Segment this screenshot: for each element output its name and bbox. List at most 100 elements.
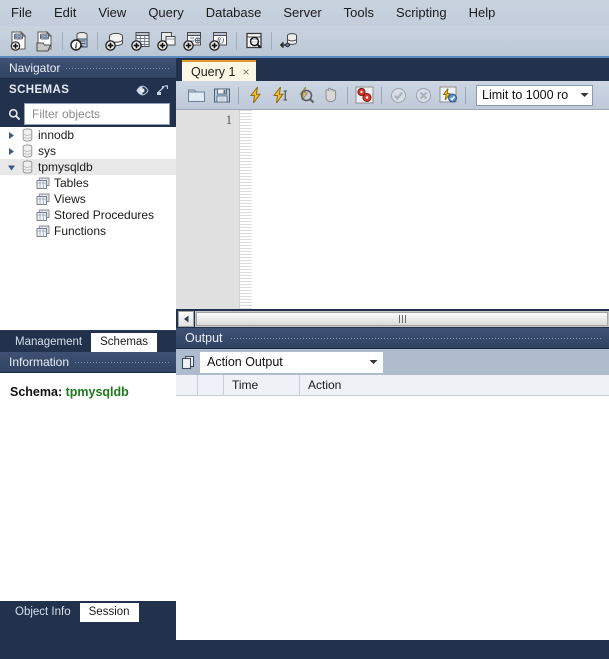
tab-query-1[interactable]: Query 1 × — [182, 60, 257, 81]
new-function-icon[interactable]: f() — [206, 28, 232, 54]
commit-transaction-icon[interactable] — [386, 83, 411, 107]
query-toolbar-separator-2 — [347, 86, 348, 104]
close-icon[interactable]: × — [242, 65, 249, 79]
menu-bar: File Edit View Query Database Server Too… — [0, 0, 609, 27]
explain-query-icon[interactable] — [293, 83, 318, 107]
output-col-action[interactable]: Action — [300, 375, 500, 395]
tab-query-1-label: Query 1 — [191, 64, 236, 79]
tree-item-label: Views — [54, 192, 86, 206]
header-dotted-rule — [230, 337, 601, 339]
toggle-sidebar-icon[interactable] — [136, 85, 149, 96]
tree-item-innodb[interactable]: innodb — [0, 127, 176, 143]
main-area: Query 1 × Limit to 1000 ro 1 Output Acti… — [176, 58, 609, 659]
scroll-left-arrow-icon[interactable] — [178, 310, 194, 327]
toggle-stop-on-error-icon[interactable] — [352, 83, 377, 107]
chevron-down-icon[interactable] — [363, 359, 383, 365]
tree-item-functions[interactable]: Functions — [0, 223, 176, 239]
menu-item-file[interactable]: File — [0, 2, 43, 24]
new-table-icon[interactable] — [128, 28, 154, 54]
limit-rows-value: Limit to 1000 ro — [482, 88, 569, 102]
schema-tree[interactable]: innodb sys tpmysqldb Tables Views Stored… — [0, 127, 176, 331]
new-sql-tab-icon[interactable]: SQL — [6, 28, 32, 54]
output-col-index[interactable] — [198, 375, 224, 395]
toggle-autocommit-icon[interactable] — [436, 83, 461, 107]
open-script-icon[interactable] — [184, 83, 209, 107]
scrollbar-track[interactable] — [195, 310, 609, 327]
menu-item-database[interactable]: Database — [195, 2, 273, 24]
output-toolbar: Action Output — [176, 349, 609, 375]
schema-info-value: tpmysqldb — [65, 385, 129, 399]
toolbar-separator-3 — [236, 32, 237, 50]
editor-horizontal-scrollbar[interactable] — [176, 309, 609, 328]
tree-item-label: Tables — [54, 176, 89, 190]
information-title: Information — [9, 355, 70, 369]
menu-item-query[interactable]: Query — [137, 2, 194, 24]
information-body: Schema: tpmysqldb — [0, 373, 176, 601]
editor-code-area[interactable] — [252, 110, 609, 309]
folder-grid-icon — [34, 193, 52, 206]
tab-object-info[interactable]: Object Info — [6, 603, 80, 622]
output-title: Output — [185, 331, 223, 345]
new-view-icon[interactable] — [154, 28, 180, 54]
new-schema-icon[interactable] — [102, 28, 128, 54]
output-grid-body[interactable] — [176, 396, 609, 640]
tree-item-label: Stored Procedures — [54, 208, 155, 222]
filter-objects-input[interactable] — [30, 106, 169, 122]
new-procedure-icon[interactable] — [180, 28, 206, 54]
tree-item-sys[interactable]: sys — [0, 143, 176, 159]
tree-item-tpmysqldb[interactable]: tpmysqldb — [0, 159, 176, 175]
output-col-time[interactable]: Time — [224, 375, 300, 395]
output-type-value: Action Output — [207, 355, 283, 369]
navigator-panel-header: Navigator — [0, 58, 176, 79]
line-number: 1 — [225, 113, 232, 127]
folder-grid-icon — [34, 209, 52, 222]
execute-current-statement-icon[interactable] — [268, 83, 293, 107]
menu-item-view[interactable]: View — [87, 2, 137, 24]
folder-grid-icon — [34, 225, 52, 238]
sql-editor[interactable]: 1 — [176, 110, 609, 309]
tab-management[interactable]: Management — [6, 333, 91, 352]
stop-query-icon[interactable] — [318, 83, 343, 107]
mysql-workbench-window: File Edit View Query Database Server Too… — [0, 0, 609, 659]
schema-icon — [18, 160, 36, 174]
execute-statement-icon[interactable] — [243, 83, 268, 107]
output-type-select[interactable]: Action Output — [200, 351, 383, 373]
limit-rows-select[interactable]: Limit to 1000 ro — [476, 84, 593, 106]
chevron-down-icon[interactable] — [576, 92, 592, 98]
expand-arrow-collapsed-icon[interactable] — [4, 131, 18, 140]
tab-session[interactable]: Session — [79, 603, 139, 622]
collapse-all-icon[interactable] — [156, 84, 168, 96]
query-toolbar: Limit to 1000 ro — [176, 81, 609, 110]
output-stack-icon[interactable] — [176, 349, 200, 375]
schemas-label: SCHEMAS — [9, 84, 70, 96]
open-sql-script-icon[interactable]: SQL — [32, 28, 58, 54]
rollback-transaction-icon[interactable] — [411, 83, 436, 107]
scrollbar-thumb[interactable] — [196, 311, 608, 326]
folder-grid-icon — [34, 177, 52, 190]
menu-item-server[interactable]: Server — [272, 2, 332, 24]
server-status-icon[interactable]: i — [67, 28, 93, 54]
tab-schemas[interactable]: Schemas — [91, 333, 158, 352]
filter-objects-box[interactable] — [24, 103, 170, 125]
search-data-icon[interactable] — [241, 28, 267, 54]
information-panel-header: Information — [0, 352, 176, 373]
menu-item-edit[interactable]: Edit — [43, 2, 87, 24]
schema-icon — [18, 128, 36, 142]
main-toolbar: SQL SQL i f() — [0, 26, 609, 58]
save-script-icon[interactable] — [209, 83, 234, 107]
tree-item-label: innodb — [38, 128, 75, 142]
reconnect-server-icon[interactable] — [276, 28, 302, 54]
tree-item-tables[interactable]: Tables — [0, 175, 176, 191]
expand-arrow-expanded-icon[interactable] — [4, 163, 18, 172]
output-col-marker[interactable] — [176, 375, 198, 395]
search-icon — [8, 108, 21, 121]
header-dotted-rule — [75, 361, 170, 363]
expand-arrow-collapsed-icon[interactable] — [4, 147, 18, 156]
schemas-section-header: SCHEMAS — [0, 79, 176, 101]
menu-item-scripting[interactable]: Scripting — [385, 2, 458, 24]
menu-item-help[interactable]: Help — [458, 2, 507, 24]
tree-item-views[interactable]: Views — [0, 191, 176, 207]
menu-item-tools[interactable]: Tools — [333, 2, 385, 24]
tree-item-stored-procedures[interactable]: Stored Procedures — [0, 207, 176, 223]
tree-item-label: tpmysqldb — [38, 160, 93, 174]
